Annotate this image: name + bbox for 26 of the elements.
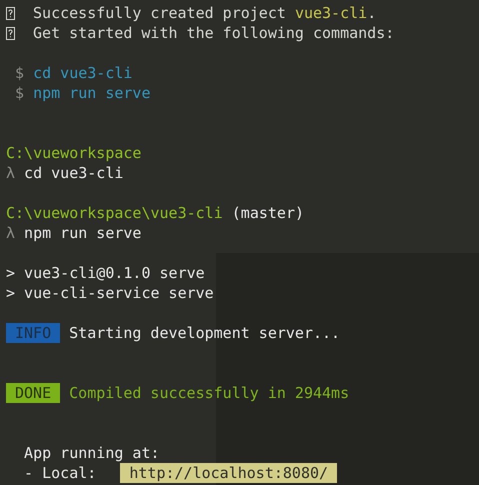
terminal-text: Get started with the following commands: [32,23,394,43]
terminal-text: Successfully created project [32,3,287,23]
prompt-symbol: λ [6,163,16,183]
terminal-text: - Local: [23,463,98,483]
prompt-symbol: λ [6,223,16,243]
project-name: vue3-cli [294,3,368,23]
terminal-text: npm run serve [23,223,142,243]
url-link[interactable]: http://localhost:8080/ [120,463,338,483]
info-badge: INFO [6,323,60,343]
terminal-text: > vue-cli-service serve [6,283,214,303]
terminal-text: Starting development server... [68,323,340,343]
command-text: cd vue3-cli [32,63,132,83]
command-text: npm run serve [32,83,150,103]
terminal-text: (master) [230,203,304,223]
done-badge: DONE [6,383,60,403]
terminal-text: . [367,3,376,23]
prompt-symbol: $ [14,63,24,83]
terminal-text: App running at: [23,443,160,463]
directory-path: C:\vueworkspace [6,143,142,163]
missing-glyph-icon [6,26,15,40]
success-message: Compiled successfully in 2944ms [68,383,350,403]
prompt-symbol: $ [14,83,24,103]
missing-glyph-icon [6,6,15,20]
terminal-text: > vue3-cli@0.1.0 serve [6,263,205,283]
directory-path: C:\vueworkspace\vue3-cli [6,203,223,223]
terminal-text: cd vue3-cli [23,163,124,183]
